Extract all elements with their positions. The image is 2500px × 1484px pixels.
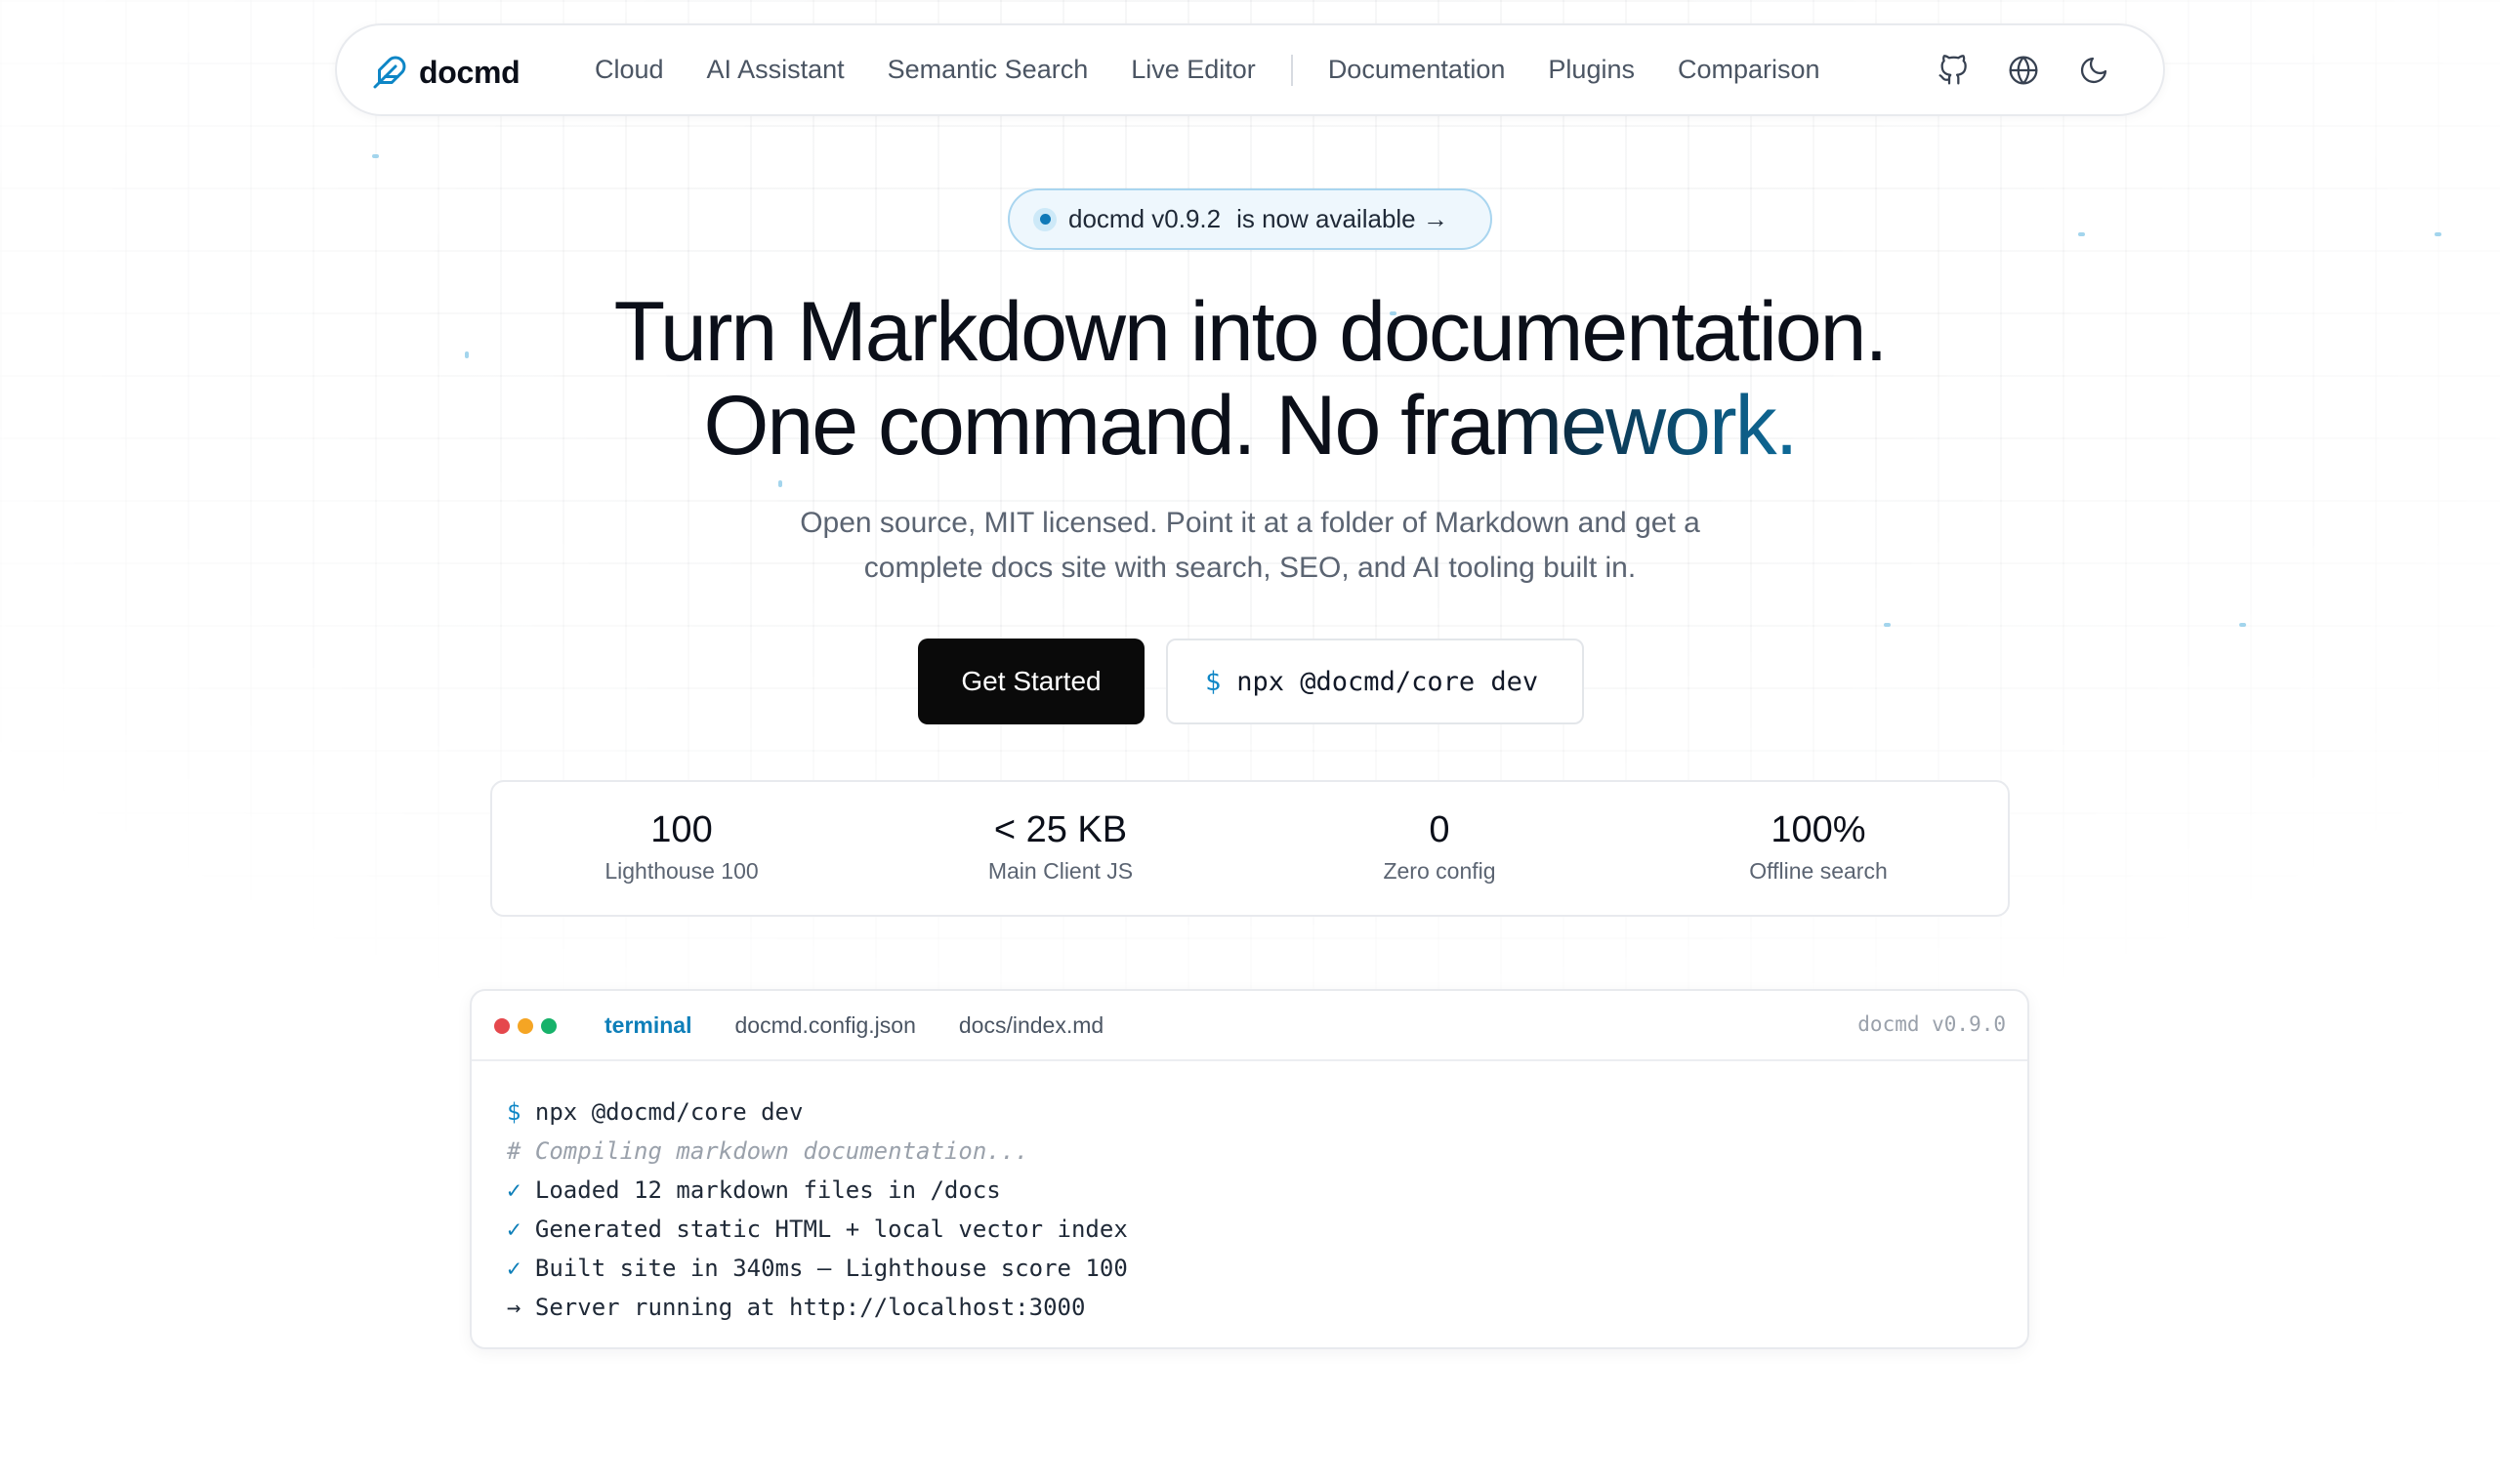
release-version: docmd v0.9.2 <box>1068 204 1222 233</box>
globe-icon <box>2009 56 2038 84</box>
stats-panel: 100 Lighthouse 100 < 25 KB Main Client J… <box>490 780 2010 917</box>
nav-divider <box>1290 54 1293 86</box>
github-icon <box>1938 54 1967 84</box>
sparkle <box>2435 232 2441 236</box>
terminal-line: → Server running at http://localhost:300… <box>507 1288 1128 1327</box>
terminal-line: ✓ Generated static HTML + local vector i… <box>507 1210 1128 1249</box>
nav-icon-group <box>1935 25 2112 114</box>
hero-title-line-2-plain: One command. No fra <box>703 379 1495 473</box>
maximize-dot-icon <box>541 1018 557 1034</box>
github-button[interactable] <box>1935 52 1972 89</box>
status-dot-icon <box>1033 207 1057 231</box>
feather-icon <box>373 56 406 89</box>
terminal-titlebar: terminal docmd.config.json docs/index.md… <box>472 991 2027 1061</box>
check-icon: ✓ <box>507 1176 521 1204</box>
stat-item: 0 Zero config <box>1250 782 1629 915</box>
terminal-window: terminal docmd.config.json docs/index.md… <box>470 989 2029 1349</box>
nav-link-comparison[interactable]: Comparison <box>1678 55 1820 85</box>
stat-item: 100% Offline search <box>1629 782 2008 915</box>
terminal-line-text: Server running at http://localhost:3000 <box>534 1294 1086 1321</box>
stat-label: Lighthouse 100 <box>604 858 759 884</box>
tab-terminal[interactable]: terminal <box>604 1012 691 1039</box>
sparkle <box>1884 623 1891 627</box>
stat-label: Offline search <box>1749 858 1888 884</box>
release-announcement-pill[interactable]: docmd v0.9.2 is now available → <box>1008 188 1492 250</box>
terminal-line: ✓ Built site in 340ms — Lighthouse score… <box>507 1249 1128 1288</box>
terminal-line-text: Generated static HTML + local vector ind… <box>534 1216 1128 1243</box>
stat-value: 0 <box>1429 809 1450 850</box>
prompt-symbol: $ <box>507 1098 521 1126</box>
tab-docmd-config[interactable]: docmd.config.json <box>734 1012 915 1039</box>
nav-link-documentation[interactable]: Documentation <box>1328 55 1506 85</box>
check-icon: ✓ <box>507 1216 521 1243</box>
hero-title-line-1: Turn Markdown into documentation. <box>613 285 1889 379</box>
stat-item: < 25 KB Main Client JS <box>871 782 1250 915</box>
tab-docs-index[interactable]: docs/index.md <box>959 1012 1104 1039</box>
close-dot-icon <box>494 1018 510 1034</box>
terminal-line-text: Built site in 340ms — Lighthouse score 1… <box>534 1255 1128 1282</box>
command-prompt: $ <box>1205 666 1222 697</box>
stat-label: Main Client JS <box>987 858 1134 884</box>
nav-link-ai-assistant[interactable]: AI Assistant <box>707 55 845 85</box>
hero-title-line-2: One command. No framework. <box>0 379 2500 473</box>
stat-label: Zero config <box>1383 858 1496 884</box>
terminal-line: ✓ Loaded 12 markdown files in /docs <box>507 1171 1128 1210</box>
terminal-version: docmd v0.9.0 <box>1857 1012 2006 1036</box>
terminal-line: $ npx @docmd/core dev <box>507 1092 1128 1132</box>
brand-logo[interactable]: docmd <box>372 53 521 92</box>
brand-name: docmd <box>419 54 521 90</box>
nav-link-cloud[interactable]: Cloud <box>595 55 664 85</box>
stat-value: < 25 KB <box>993 809 1128 850</box>
command-text: npx @docmd/core dev <box>1236 666 1539 697</box>
moon-icon <box>2080 57 2107 83</box>
cta-row: Get Started $ npx @docmd/core dev <box>918 639 1584 724</box>
terminal-line-text: Loaded 12 markdown files in /docs <box>534 1176 1001 1204</box>
terminal-line-comment: # Compiling markdown documentation... <box>507 1137 1029 1165</box>
hero-title: Turn Markdown into documentation. One co… <box>0 285 2500 473</box>
release-text: is now available → <box>1236 204 1448 233</box>
hero-subtitle: Open source, MIT licensed. Point it at a… <box>664 501 1836 591</box>
minimize-dot-icon <box>518 1018 533 1034</box>
language-button[interactable] <box>2005 52 2042 89</box>
sparkle <box>2239 623 2246 627</box>
terminal-line-text: npx @docmd/core dev <box>534 1098 804 1126</box>
top-navbar: docmd Cloud AI Assistant Semantic Search… <box>335 23 2165 116</box>
sparkle <box>2078 232 2085 236</box>
check-icon: ✓ <box>507 1255 521 1282</box>
nav-links: Cloud AI Assistant Semantic Search Live … <box>595 25 1863 114</box>
arrow-right-icon: → <box>507 1294 521 1321</box>
hero-subtitle-line-2: complete docs site with search, SEO, and… <box>863 552 1637 584</box>
stat-item: 100 Lighthouse 100 <box>492 782 871 915</box>
landing-page: docmd Cloud AI Assistant Semantic Search… <box>0 0 2500 1484</box>
get-started-button[interactable]: Get Started <box>918 639 1145 724</box>
terminal-tabs: terminal docmd.config.json docs/index.md <box>604 991 1104 1059</box>
hero-subtitle-line-1: Open source, MIT licensed. Point it at a… <box>800 507 1700 539</box>
nav-link-plugins[interactable]: Plugins <box>1548 55 1635 85</box>
stat-value: 100% <box>1771 809 1866 850</box>
terminal-output: $ npx @docmd/core dev # Compiling markdo… <box>507 1092 1128 1327</box>
nav-link-semantic-search[interactable]: Semantic Search <box>888 55 1089 85</box>
sparkle <box>778 480 782 487</box>
window-controls <box>494 1018 557 1034</box>
sparkle <box>372 154 379 158</box>
theme-toggle-button[interactable] <box>2075 52 2112 89</box>
copy-command-button[interactable]: $ npx @docmd/core dev <box>1166 639 1584 724</box>
hero-title-line-2-accent: mework. <box>1492 379 1799 473</box>
nav-link-live-editor[interactable]: Live Editor <box>1131 55 1256 85</box>
stat-value: 100 <box>650 809 713 850</box>
